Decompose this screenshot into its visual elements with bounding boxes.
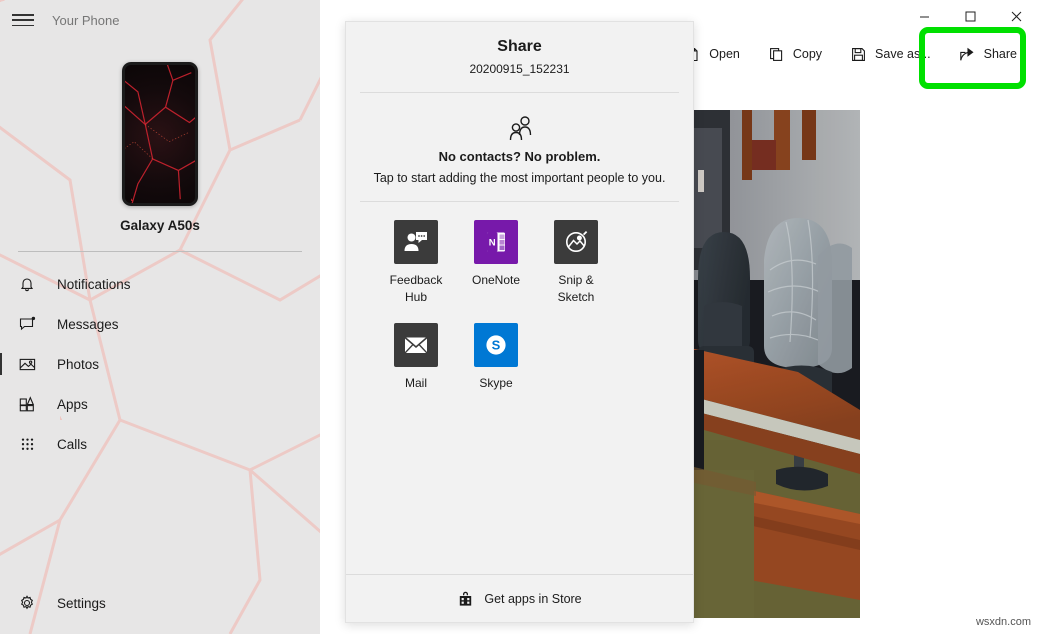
toolbar-button-label: Open (709, 47, 740, 61)
snip-sketch-icon (554, 220, 598, 264)
close-button[interactable] (993, 0, 1039, 32)
message-bubble-icon (18, 315, 36, 333)
sidebar-item-photos[interactable]: Photos (0, 344, 320, 384)
share-target-skype[interactable]: S Skype (456, 322, 536, 392)
sidebar-item-label: Messages (57, 316, 119, 332)
share-icon (959, 46, 976, 63)
save-as-button[interactable]: Save as... (836, 37, 945, 71)
contacts-empty-state[interactable]: No contacts? No problem. Tap to start ad… (346, 93, 693, 185)
contacts-heading: No contacts? No problem. (438, 149, 601, 164)
share-panel-filename: 20200915_152231 (469, 62, 570, 76)
share-panel-spacer (346, 408, 693, 574)
toolbar-button-label: Save as... (875, 47, 931, 61)
hamburger-icon[interactable] (12, 12, 34, 28)
dialpad-icon (18, 435, 36, 453)
sidebar-divider (18, 251, 302, 252)
maximize-button[interactable] (947, 0, 993, 32)
sidebar-item-apps[interactable]: Apps (0, 384, 320, 424)
toolbar-button-label: Copy (792, 47, 823, 61)
share-target-label: Feedback Hub (389, 273, 443, 305)
share-target-label: OneNote (471, 273, 521, 287)
your-phone-app-window: Your Phone Galaxy A50s Notifications Mes… (0, 0, 1039, 634)
photo-image (690, 110, 860, 618)
svg-text:N: N (489, 238, 496, 249)
sidebar-nav: Notifications Messages Photos Apps Calls (0, 264, 320, 464)
device-name: Galaxy A50s (120, 218, 200, 233)
mail-icon (394, 322, 438, 367)
share-target-label: Snip & Sketch (557, 273, 595, 305)
share-targets-grid: Feedback Hub N OneNote Snip & Sketch Mai… (346, 202, 693, 408)
watermark: wsxdn.com (975, 616, 1031, 628)
share-flyout-panel: Share 20200915_152231 No contacts? No pr… (345, 21, 694, 623)
sidebar-item-label: Photos (57, 356, 100, 372)
share-button[interactable]: Share (945, 37, 1031, 71)
apps-grid-icon (18, 395, 36, 413)
photo-viewer[interactable] (690, 110, 860, 618)
sidebar-item-label: Apps (57, 396, 88, 412)
skype-icon: S (474, 322, 518, 367)
bell-icon (18, 275, 36, 293)
store-bag-icon (457, 590, 474, 607)
share-target-mail[interactable]: Mail (376, 322, 456, 392)
share-panel-header: Share 20200915_152231 (346, 22, 693, 76)
window-controls (901, 0, 1039, 32)
sidebar: Your Phone Galaxy A50s Notifications Mes… (0, 0, 320, 634)
get-apps-in-store-button[interactable]: Get apps in Store (346, 574, 693, 622)
photo-icon (18, 355, 36, 373)
people-icon (505, 115, 535, 141)
toolbar-button-label: Share (983, 47, 1017, 61)
share-target-label: Skype (479, 375, 513, 390)
sidebar-item-calls[interactable]: Calls (0, 424, 320, 464)
share-panel-title: Share (497, 38, 542, 55)
sidebar-item-settings[interactable]: Settings (0, 584, 320, 622)
device-panel: Galaxy A50s (0, 62, 320, 233)
feedback-hub-icon (394, 220, 438, 264)
sidebar-item-label: Calls (57, 436, 88, 452)
share-target-onenote[interactable]: N OneNote (456, 220, 536, 307)
svg-text:S: S (492, 337, 501, 352)
sidebar-item-label: Settings (57, 595, 106, 611)
app-titlebar-left: Your Phone (0, 0, 320, 40)
contacts-description: Tap to start adding the most important p… (373, 171, 666, 185)
phone-thumbnail[interactable] (122, 62, 198, 206)
sidebar-item-messages[interactable]: Messages (0, 304, 320, 344)
share-target-snip-sketch[interactable]: Snip & Sketch (536, 220, 616, 307)
minimize-button[interactable] (901, 0, 947, 32)
phone-wallpaper-veins-icon (125, 65, 195, 203)
onenote-icon: N (474, 220, 518, 264)
selection-indicator (0, 353, 2, 375)
save-icon (850, 46, 867, 63)
get-apps-label: Get apps in Store (484, 591, 582, 606)
copy-button[interactable]: Copy (754, 37, 836, 71)
gear-icon (18, 594, 36, 612)
share-target-feedback-hub[interactable]: Feedback Hub (376, 220, 456, 307)
sidebar-item-notifications[interactable]: Notifications (0, 264, 320, 304)
sidebar-item-label: Notifications (57, 276, 131, 292)
share-target-label: Mail (404, 375, 427, 390)
copy-icon (768, 46, 785, 63)
app-title: Your Phone (52, 12, 120, 28)
